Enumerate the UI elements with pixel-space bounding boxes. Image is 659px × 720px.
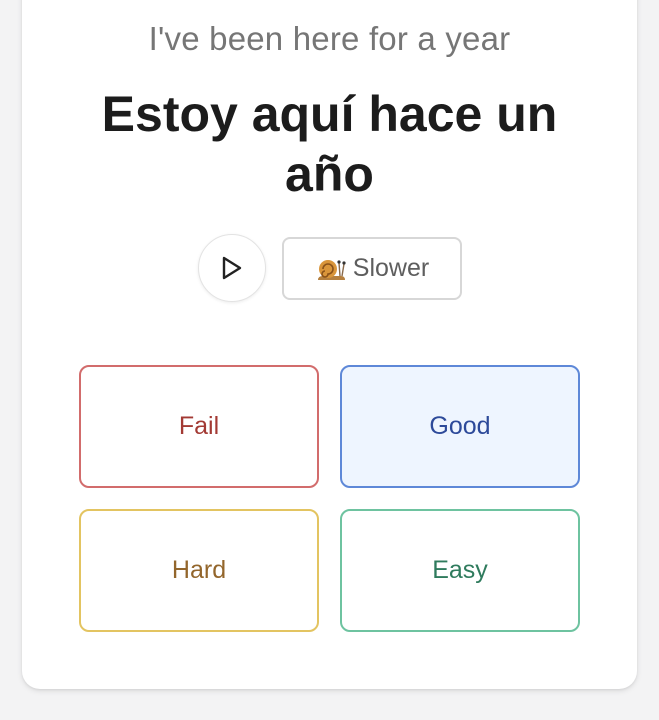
snail-icon: [315, 255, 347, 283]
audio-controls: Slower: [22, 234, 637, 304]
fail-button[interactable]: Fail: [79, 365, 319, 488]
easy-button[interactable]: Easy: [340, 509, 580, 632]
flashcard: I've been here for a year Estoy aquí hac…: [22, 0, 637, 689]
prompt-text: I've been here for a year: [148, 20, 511, 57]
easy-label: Easy: [432, 556, 488, 584]
play-icon: [222, 256, 242, 280]
play-button[interactable]: [198, 234, 266, 302]
answer-text: Estoy aquí hace un año: [101, 86, 558, 202]
good-button[interactable]: Good: [340, 365, 580, 488]
hard-button[interactable]: Hard: [79, 509, 319, 632]
good-label: Good: [429, 412, 491, 440]
fail-label: Fail: [178, 412, 220, 440]
slower-label: Slower: [352, 254, 430, 282]
slower-button[interactable]: Slower: [282, 237, 462, 300]
hard-label: Hard: [171, 556, 227, 584]
